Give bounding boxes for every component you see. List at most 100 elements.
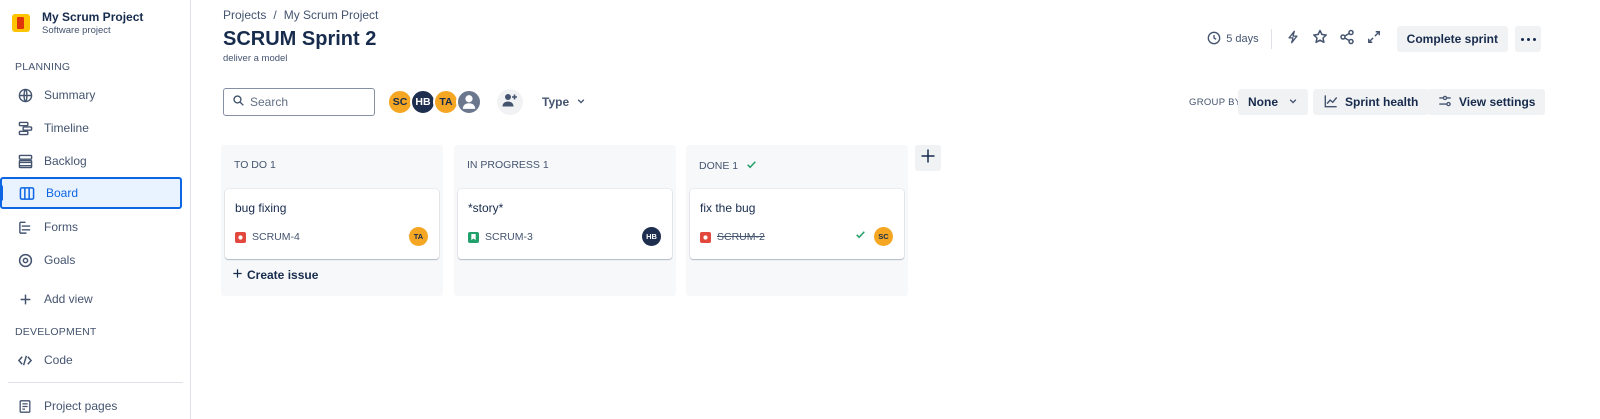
timeline-icon xyxy=(16,119,34,137)
sidebar-item-board[interactable]: Board xyxy=(0,177,182,209)
sidebar-item-summary[interactable]: Summary xyxy=(0,79,182,111)
issue-card[interactable]: *story* SCRUM-3 HB xyxy=(458,189,672,259)
board-column-done: DONE 1 fix the bug SCRUM-2 SC xyxy=(686,145,908,296)
goals-icon xyxy=(16,251,34,269)
complete-sprint-button[interactable]: Complete sprint xyxy=(1396,26,1508,52)
sidebar-item-label: Backlog xyxy=(44,154,87,168)
issue-card[interactable]: fix the bug SCRUM-2 SC xyxy=(690,189,904,259)
sidebar-item-label: Goals xyxy=(44,253,76,267)
column-header: IN PROGRESS 1 xyxy=(467,159,549,171)
assignee-avatar[interactable]: TA xyxy=(409,227,428,246)
sprint-health-label: Sprint health xyxy=(1345,95,1419,109)
planning-section-label: PLANNING xyxy=(15,61,71,73)
chart-line-icon xyxy=(1323,94,1339,111)
search-input[interactable] xyxy=(250,95,360,109)
top-actions: 5 days Complete sprint xyxy=(1207,26,1508,52)
sidebar-item-goals[interactable]: Goals xyxy=(0,244,182,276)
star-icon xyxy=(1312,29,1328,50)
project-header[interactable]: My Scrum Project Software project xyxy=(12,10,143,37)
forms-icon xyxy=(16,218,34,236)
column-header: DONE 1 xyxy=(699,159,757,173)
automation-button[interactable] xyxy=(1280,26,1306,52)
code-icon xyxy=(16,351,34,369)
plus-icon xyxy=(16,290,34,308)
issue-footer: SCRUM-4 xyxy=(235,231,300,243)
view-settings-label: View settings xyxy=(1459,95,1536,109)
plus-icon xyxy=(920,148,936,169)
add-people-button[interactable] xyxy=(497,89,523,115)
sprint-health-button[interactable]: Sprint health xyxy=(1313,89,1429,115)
issue-card[interactable]: bug fixing SCRUM-4 TA xyxy=(225,189,439,259)
more-icon-dot xyxy=(1532,37,1536,41)
share-button[interactable] xyxy=(1334,26,1360,52)
sprint-goal: deliver a model xyxy=(223,53,288,64)
sidebar-item-label: Summary xyxy=(44,88,96,102)
page-title: SCRUM Sprint 2 xyxy=(223,28,377,50)
sidebar-item-timeline[interactable]: Timeline xyxy=(0,112,182,144)
sidebar-divider xyxy=(8,382,183,383)
sidebar-item-project-pages[interactable]: Project pages xyxy=(0,390,182,419)
project-type: Software project xyxy=(42,25,111,36)
column-title: TO DO 1 xyxy=(234,159,276,171)
sidebar-item-label: Timeline xyxy=(44,121,89,135)
sidebar-item-label: Forms xyxy=(44,220,78,234)
view-settings-button[interactable]: View settings xyxy=(1427,89,1546,115)
group-by-label: GROUP BY xyxy=(1189,97,1242,108)
group-by-dropdown[interactable]: None xyxy=(1238,89,1308,115)
user-icon xyxy=(460,92,478,113)
more-icon-dot xyxy=(1526,37,1530,41)
issue-summary: bug fixing xyxy=(235,201,287,215)
sidebar-item-backlog[interactable]: Backlog xyxy=(0,145,182,177)
create-issue-label: Create issue xyxy=(247,268,319,282)
board-column-in-progress: IN PROGRESS 1 *story* SCRUM-3 HB xyxy=(454,145,676,296)
sidebar-item-label: Project pages xyxy=(44,399,118,413)
share-icon xyxy=(1339,29,1355,50)
done-check-icon xyxy=(855,229,866,243)
project-logo-icon xyxy=(12,14,30,32)
search-box[interactable] xyxy=(223,88,375,116)
bug-icon xyxy=(235,231,246,243)
type-filter-label: Type xyxy=(542,95,570,109)
days-remaining[interactable]: 5 days xyxy=(1207,29,1272,49)
column-title: IN PROGRESS 1 xyxy=(467,159,549,171)
issue-key[interactable]: SCRUM-4 xyxy=(252,231,300,243)
more-actions-button[interactable] xyxy=(1515,26,1541,52)
sidebar-item-label: Add view xyxy=(44,292,93,306)
group-by-value: None xyxy=(1248,95,1278,109)
avatar-filter-unassigned[interactable] xyxy=(456,89,482,115)
development-section-label: DEVELOPMENT xyxy=(15,326,97,338)
issue-key[interactable]: SCRUM-3 xyxy=(485,231,533,243)
sidebar-item-code[interactable]: Code xyxy=(0,344,182,376)
type-filter-dropdown[interactable]: Type xyxy=(536,89,592,115)
chevron-down-icon xyxy=(1288,95,1298,109)
issue-summary: *story* xyxy=(468,201,504,215)
issue-key[interactable]: SCRUM-2 xyxy=(717,231,765,243)
project-sidebar: My Scrum Project Software project PLANNI… xyxy=(0,0,191,419)
globe-icon xyxy=(16,86,34,104)
more-icon-dot xyxy=(1520,37,1524,41)
column-header: TO DO 1 xyxy=(234,159,276,171)
add-column-button[interactable] xyxy=(915,145,941,171)
issue-summary: fix the bug xyxy=(700,201,756,215)
star-button[interactable] xyxy=(1307,26,1333,52)
assignee-avatar[interactable]: HB xyxy=(642,227,661,246)
days-remaining-label: 5 days xyxy=(1226,33,1259,45)
search-icon xyxy=(233,93,244,111)
chevron-down-icon xyxy=(576,95,586,109)
breadcrumb-projects-link[interactable]: Projects xyxy=(223,8,266,22)
fullscreen-button[interactable] xyxy=(1361,26,1387,52)
expand-icon xyxy=(1367,30,1381,49)
assignee-filter-avatars: SC HB TA xyxy=(387,89,482,115)
board-icon xyxy=(18,184,36,202)
page-icon xyxy=(16,397,34,415)
add-person-icon xyxy=(502,92,518,113)
lightning-icon xyxy=(1286,29,1300,50)
assignee-avatar[interactable]: SC xyxy=(874,227,893,246)
backlog-icon xyxy=(16,152,34,170)
breadcrumb-project-link[interactable]: My Scrum Project xyxy=(284,8,379,22)
bug-icon xyxy=(700,231,711,243)
plus-icon xyxy=(232,268,243,282)
create-issue-button[interactable]: Create issue xyxy=(232,268,318,282)
sidebar-item-add-view[interactable]: Add view xyxy=(0,283,182,315)
sidebar-item-forms[interactable]: Forms xyxy=(0,211,182,243)
